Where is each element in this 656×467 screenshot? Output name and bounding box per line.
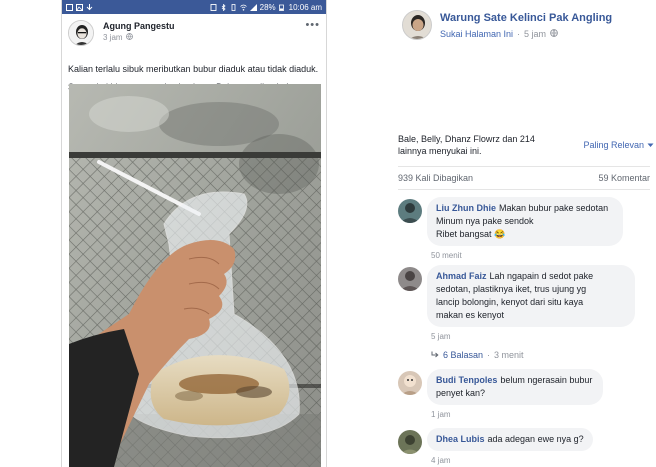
status-bar: 28% 10:06 am xyxy=(62,0,326,14)
comment: Dhea Lubis ada adegan ewe nya g? 4 jam xyxy=(398,428,593,465)
comment: Ahmad Faiz Lah ngapain d sedot pake sedot… xyxy=(398,265,635,360)
comment-text: Lah ngapain d sedot pake xyxy=(489,271,594,281)
reactions-row: Bale, Belly, Dhanz Flowrz dan 214 lainny… xyxy=(398,133,654,157)
sort-dropdown[interactable]: Paling Relevan xyxy=(583,133,654,157)
sort-label: Paling Relevan xyxy=(583,140,644,150)
comment: Liu Zhun Dhie Makan bubur pake sedotan Mi… xyxy=(398,197,623,260)
comment-text: Minum nya pake sendok xyxy=(436,216,534,226)
status-time: 10:06 am xyxy=(288,2,322,12)
post-text-line: Kalian terlalu sibuk meributkan bubur di… xyxy=(68,64,319,74)
image-icon xyxy=(76,3,83,11)
wifi-icon xyxy=(239,4,247,11)
chevron-down-icon xyxy=(647,139,654,151)
comment: Budi Tenpoles belum ngerasain bubur penye… xyxy=(398,369,603,419)
comment-text: Ribet bangsat 😂 xyxy=(436,229,506,239)
comment-text: ada adegan ewe nya g? xyxy=(487,434,584,444)
comment-bubble: Budi Tenpoles belum ngerasain bubur penye… xyxy=(427,369,603,405)
comment-text: belum ngerasain bubur xyxy=(500,375,593,385)
post-author[interactable]: Agung Pangestu xyxy=(103,21,305,31)
more-options-icon[interactable]: ••• xyxy=(305,19,320,31)
stats-row: 939 Kali Dibagikan 59 Komentar xyxy=(398,166,650,190)
comment-text: penyet kan? xyxy=(436,388,486,398)
comment-time[interactable]: 5 jam xyxy=(431,332,635,341)
comment-text: lancip bolongin, kenyot dari situ kaya xyxy=(436,297,584,307)
avatar[interactable] xyxy=(68,20,94,46)
comment-bubble: Liu Zhun Dhie Makan bubur pake sedotan Mi… xyxy=(427,197,623,246)
post-time[interactable]: 5 jam xyxy=(524,29,546,39)
likes-summary[interactable]: Bale, Belly, Dhanz Flowrz dan 214 lainny… xyxy=(398,133,548,157)
battery-icon xyxy=(278,4,286,11)
vibrate-icon xyxy=(230,3,237,11)
comment-bubble: Dhea Lubis ada adegan ewe nya g? xyxy=(427,428,593,451)
battery-percent: 28% xyxy=(259,2,276,12)
page-header: Warung Sate Kelinci Pak Angling Sukai Ha… xyxy=(402,10,612,40)
comment-time[interactable]: 1 jam xyxy=(431,410,603,419)
comment-author[interactable]: Dhea Lubis xyxy=(436,434,485,444)
shares-count[interactable]: 939 Kali Dibagikan xyxy=(398,173,473,183)
download-icon xyxy=(86,3,93,11)
avatar[interactable] xyxy=(398,371,422,395)
avatar[interactable] xyxy=(398,267,422,291)
comment-time[interactable]: 50 menit xyxy=(431,251,623,260)
view-replies-link[interactable]: 6 Balasan · 3 menit xyxy=(431,350,635,360)
comment-time[interactable]: 4 jam xyxy=(431,456,593,465)
post-header: Agung Pangestu 3 jam ••• xyxy=(62,14,326,60)
globe-icon xyxy=(550,28,558,39)
post-photo[interactable] xyxy=(69,84,321,467)
reply-time: 3 menit xyxy=(494,350,524,360)
reply-arrow-icon xyxy=(431,350,439,360)
comment-author[interactable]: Budi Tenpoles xyxy=(436,375,497,385)
comments-count[interactable]: 59 Komentar xyxy=(598,173,650,183)
like-page-link[interactable]: Sukai Halaman Ini xyxy=(440,29,513,39)
comment-author[interactable]: Ahmad Faiz xyxy=(436,271,487,281)
post-time[interactable]: 3 jam xyxy=(103,33,123,42)
globe-icon xyxy=(125,33,133,42)
separator-dot: · xyxy=(517,28,521,39)
avatar[interactable] xyxy=(402,10,432,40)
comment-text: sedotan, plastiknya iket, trus ujung yg xyxy=(436,284,587,294)
notification-icon xyxy=(66,3,73,11)
replies-count[interactable]: 6 Balasan xyxy=(443,350,483,360)
comment-text: Makan bubur pake sedotan xyxy=(499,203,609,213)
phone-screenshot: 28% 10:06 am Agung Pangestu 3 jam ••• Ka… xyxy=(61,0,327,467)
signal-icon xyxy=(249,3,257,11)
avatar[interactable] xyxy=(398,430,422,454)
sim-icon xyxy=(210,3,217,11)
comment-bubble: Ahmad Faiz Lah ngapain d sedot pake sedot… xyxy=(427,265,635,327)
separator-dot: · xyxy=(487,350,491,360)
avatar[interactable] xyxy=(398,199,422,223)
comment-text: makan es kenyot xyxy=(436,310,505,320)
comment-author[interactable]: Liu Zhun Dhie xyxy=(436,203,496,213)
bluetooth-icon xyxy=(220,3,227,11)
page-name[interactable]: Warung Sate Kelinci Pak Angling xyxy=(440,12,612,24)
